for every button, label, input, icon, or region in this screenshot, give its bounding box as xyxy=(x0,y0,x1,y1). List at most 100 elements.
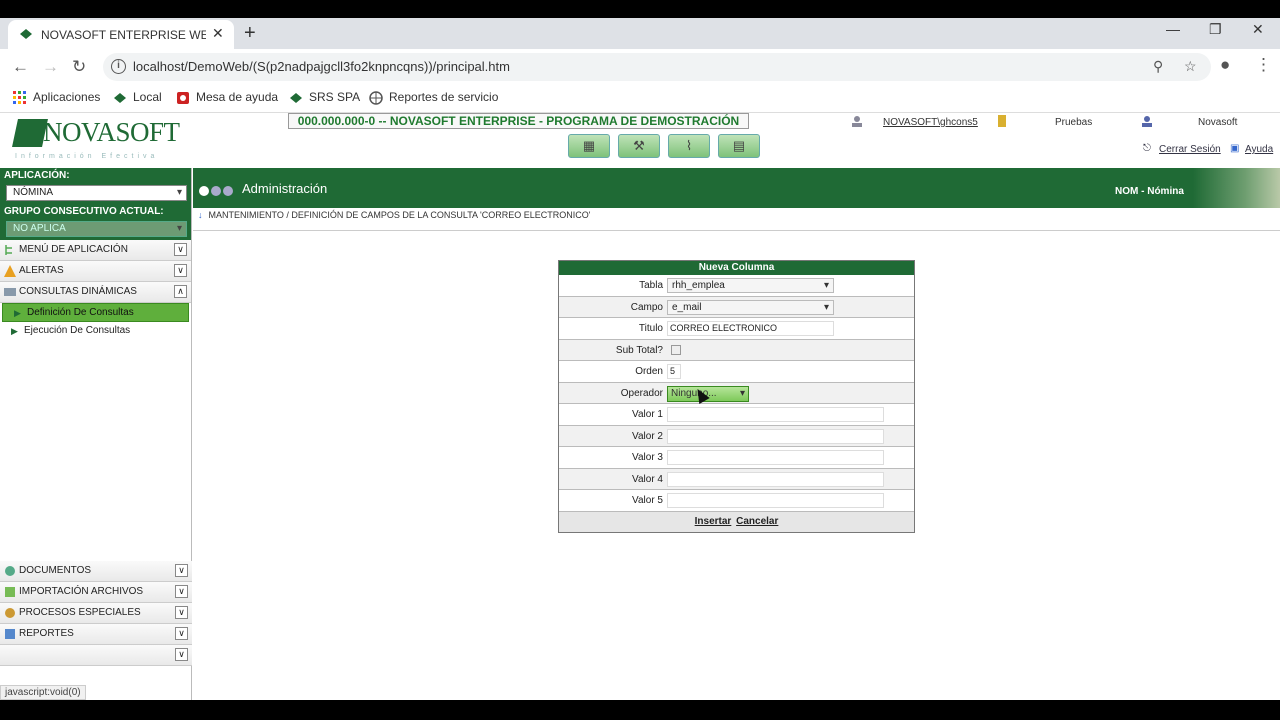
form-row-tabla: Tabla rhh_emplea xyxy=(559,275,914,297)
sidebar-item-documentos[interactable]: DOCUMENTOS ∨ xyxy=(0,561,192,582)
valor-label: Valor 5 xyxy=(632,495,663,506)
form-row-orden: Orden 5 xyxy=(559,361,914,383)
logo-tagline: Información Efectiva xyxy=(15,153,159,160)
divider xyxy=(193,230,1280,231)
minimize-icon[interactable]: — xyxy=(1166,21,1180,37)
forward-icon[interactable]: → xyxy=(42,57,59,77)
logout-link[interactable]: Cerrar Sesión xyxy=(1159,144,1221,155)
company-name: Novasoft xyxy=(1198,117,1238,128)
toolbar-button-1[interactable]: ▦ xyxy=(568,134,610,158)
valor-1-input[interactable] xyxy=(667,407,884,422)
query-icon xyxy=(4,288,16,296)
tab-close-icon[interactable]: ✕ xyxy=(212,25,224,42)
url-text[interactable]: localhost/DemoWeb/(S(p2nadpajgcll3fo2knp… xyxy=(133,59,510,74)
restore-icon[interactable]: ❐ xyxy=(1209,21,1222,38)
cancel-button[interactable]: Cancelar xyxy=(736,516,778,527)
window-icon: ▤ xyxy=(732,138,746,153)
sidebar-item-consultas-dinamicas[interactable]: CONSULTAS DINÁMICAS ∧ xyxy=(0,282,191,303)
sidebar-item-alertas[interactable]: ALERTAS ∨ xyxy=(0,261,191,282)
tabla-select[interactable]: rhh_emplea xyxy=(667,278,834,293)
insert-button[interactable]: Insertar xyxy=(695,516,732,527)
bookmark-label: Aplicaciones xyxy=(33,90,101,104)
bookmark-local[interactable]: Local xyxy=(113,90,162,105)
chevron-down-icon[interactable]: ∨ xyxy=(174,243,187,256)
omnibox[interactable]: i localhost/DemoWeb/(S(p2nadpajgcll3fo2k… xyxy=(103,53,1211,81)
sidebar-item-procesos[interactable]: PROCESOS ESPECIALES ∨ xyxy=(0,603,192,624)
orden-input[interactable]: 5 xyxy=(667,364,681,379)
toolbar-button-2[interactable]: ⚒ xyxy=(618,134,660,158)
profile-icon[interactable]: ● xyxy=(1220,55,1230,75)
new-tab-icon[interactable]: + xyxy=(244,22,256,45)
bookmark-reportes[interactable]: Reportes de servicio xyxy=(369,90,498,105)
site-info-icon[interactable]: i xyxy=(111,59,126,74)
valor-4-input[interactable] xyxy=(667,471,884,487)
documents-icon xyxy=(5,566,15,576)
subtotal-checkbox[interactable] xyxy=(671,344,681,355)
breadcrumb: ↓ MANTENIMIENTO / DEFINICIÓN DE CAMPOS DE… xyxy=(198,210,591,220)
toolbar-button-4[interactable]: ▤ xyxy=(718,134,760,158)
sidebar-subitem-label: Ejecución De Consultas xyxy=(24,325,131,336)
bookmark-star-icon[interactable]: ☆ xyxy=(1184,58,1197,75)
menu-icon[interactable]: ⋮ xyxy=(1255,55,1272,75)
reload-icon[interactable]: ↻ xyxy=(72,57,86,77)
address-bar: ← → ↻ i localhost/DemoWeb/(S(p2nadpajgcl… xyxy=(0,49,1280,85)
subtotal-label: Sub Total? xyxy=(615,344,663,356)
sidebar-item-label: MENÚ DE APLICACIÓN xyxy=(19,244,128,255)
form-row-titulo: Titulo CORREO ELECTRONICO xyxy=(559,318,914,340)
sidebar-item-label: PROCESOS ESPECIALES xyxy=(19,607,141,618)
chevron-up-icon[interactable]: ∧ xyxy=(174,285,187,298)
valor-3-input[interactable] xyxy=(667,450,884,465)
help-link[interactable]: Ayuda xyxy=(1245,144,1273,155)
bookmark-srs-spa[interactable]: SRS SPA xyxy=(289,90,360,105)
sidebar-subitem-ejecucion[interactable]: ▶ Ejecución De Consultas xyxy=(0,322,191,341)
sidebar-item-label: CONSULTAS DINÁMICAS xyxy=(19,286,137,297)
bookmark-label: SRS SPA xyxy=(309,90,361,104)
tabla-label: Tabla xyxy=(639,280,663,291)
sidebar-item-importacion[interactable]: IMPORTACIÓN ARCHIVOS ∨ xyxy=(0,582,192,603)
module-name: NOM - Nómina xyxy=(1115,186,1184,197)
app-select[interactable]: NÓMINA xyxy=(6,185,187,201)
apps-grid-icon xyxy=(13,90,26,104)
logout-icon: ⎋ xyxy=(1143,143,1151,154)
chevron-down-icon[interactable]: ∨ xyxy=(175,585,188,598)
orden-label: Orden xyxy=(635,366,663,377)
globe-icon xyxy=(369,91,383,105)
sidebar-item-more[interactable]: ∨ xyxy=(0,645,192,666)
form-row-valor-1: Valor 1 xyxy=(559,404,914,426)
user-name-link[interactable]: NOVASOFT\ghcons5 xyxy=(883,117,978,128)
group-select: NO APLICA xyxy=(6,221,187,237)
zoom-icon[interactable]: ⚲ xyxy=(1153,58,1163,75)
chevron-down-icon[interactable]: ∨ xyxy=(175,564,188,577)
operador-select[interactable]: Ninguno... xyxy=(667,385,749,402)
bookmark-apps[interactable]: Aplicaciones xyxy=(13,90,100,105)
bookmark-mesa-ayuda[interactable]: Mesa de ayuda xyxy=(176,90,278,105)
sidebar-subitem-definicion[interactable]: ▶ Definición De Consultas xyxy=(2,303,189,322)
toolbar-button-3[interactable]: ⌇ xyxy=(668,134,710,158)
sidebar-item-label: ALERTAS xyxy=(19,265,64,276)
novasoft-icon xyxy=(290,92,302,103)
titulo-input[interactable]: CORREO ELECTRONICO xyxy=(667,321,834,336)
chevron-down-icon[interactable]: ∨ xyxy=(175,627,188,640)
valor-label: Valor 2 xyxy=(632,430,663,442)
campo-select[interactable]: e_mail xyxy=(667,299,834,315)
breadcrumb-arrow-icon: ↓ xyxy=(198,210,203,220)
dot-icon xyxy=(223,186,233,196)
browser-window: NOVASOFT ENTERPRISE WEB - S ✕ + — ❐ ✕ ← … xyxy=(0,18,1280,700)
valor-2-input[interactable] xyxy=(667,428,884,444)
form-row-valor-5: Valor 5 xyxy=(559,490,914,512)
chevron-down-icon[interactable]: ∨ xyxy=(174,264,187,277)
company-banner: 000.000.000-0 -- NOVASOFT ENTERPRISE - P… xyxy=(288,113,749,129)
database-icon xyxy=(998,115,1006,127)
close-window-icon[interactable]: ✕ xyxy=(1252,21,1264,38)
back-icon[interactable]: ← xyxy=(12,57,29,77)
sidebar-item-reportes[interactable]: REPORTES ∨ xyxy=(0,624,192,645)
form-actions: Insertar Cancelar xyxy=(559,512,914,532)
sidebar-item-menu-aplicacion[interactable]: MENÚ DE APLICACIÓN ∨ xyxy=(0,240,191,261)
valor-5-input[interactable] xyxy=(667,493,884,508)
browser-tab[interactable]: NOVASOFT ENTERPRISE WEB - S ✕ xyxy=(8,20,234,49)
content-title: Administración xyxy=(242,181,328,196)
chevron-down-icon[interactable]: ∨ xyxy=(175,606,188,619)
chevron-down-icon[interactable]: ∨ xyxy=(175,648,188,661)
sidebar-bottom-menu: DOCUMENTOS ∨ IMPORTACIÓN ARCHIVOS ∨ PROC… xyxy=(0,561,192,666)
bookmark-label: Mesa de ayuda xyxy=(196,90,279,104)
